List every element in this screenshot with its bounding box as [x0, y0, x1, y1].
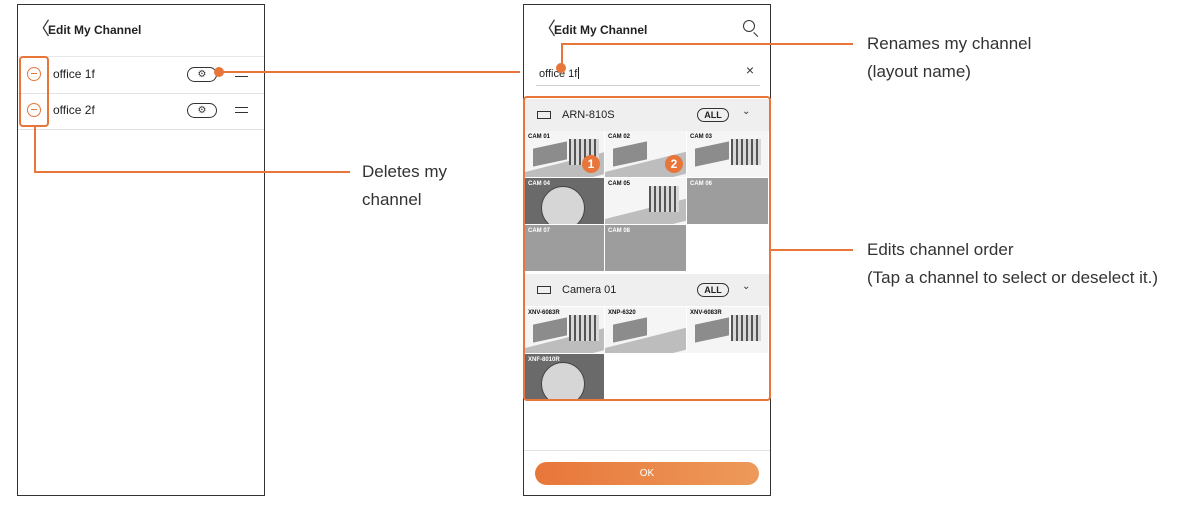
connector-line [222, 71, 520, 73]
connector-line [561, 43, 563, 68]
ok-button[interactable]: OK [535, 462, 759, 485]
annotation-line: (layout name) [867, 62, 971, 81]
grid-highlight [523, 96, 771, 401]
left-screen: 〈 Edit My Channel office 1f ⚙ office 2f … [17, 4, 265, 496]
delete-highlight [19, 56, 49, 127]
connector-line [34, 171, 350, 173]
page-title: Edit My Channel [554, 23, 648, 37]
connector-line [34, 126, 36, 173]
channel-name-input[interactable]: office 1f × [536, 59, 760, 86]
channel-row[interactable]: office 1f ⚙ [18, 57, 264, 94]
settings-icon[interactable]: ⚙ [187, 103, 217, 118]
channel-label: office 1f [53, 67, 95, 81]
delete-annotation: Deletes my channel [362, 158, 447, 214]
drag-handle-icon[interactable] [235, 107, 248, 113]
divider [524, 450, 770, 451]
annotation-line: channel [362, 190, 422, 209]
annotation-line: Edits channel order [867, 240, 1014, 259]
annotation-line: Deletes my [362, 162, 448, 181]
rename-annotation: Renames my channel (layout name) [867, 30, 1031, 86]
annotation-line: (Tap a channel to select or deselect it.… [867, 268, 1159, 287]
clear-icon[interactable]: × [746, 62, 754, 78]
connector-line [561, 43, 853, 45]
channel-label: office 2f [53, 103, 95, 117]
annotation-line: Renames my channel [867, 34, 1032, 53]
connector-line [771, 249, 853, 251]
order-annotation: Edits channel order (Tap a channel to se… [867, 236, 1158, 292]
settings-icon[interactable]: ⚙ [187, 67, 217, 82]
search-icon[interactable] [743, 20, 755, 32]
channel-row[interactable]: office 2f ⚙ [18, 93, 264, 130]
page-title: Edit My Channel [48, 23, 142, 37]
header: 〈 Edit My Channel [18, 5, 264, 55]
